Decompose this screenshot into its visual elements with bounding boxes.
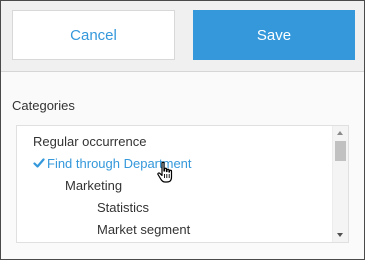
scroll-down-arrow-icon[interactable] bbox=[337, 233, 343, 237]
checkmark-icon bbox=[33, 154, 45, 168]
categories-label: Categories bbox=[12, 98, 75, 113]
category-item-regular-occurrence[interactable]: Regular occurrence bbox=[33, 131, 146, 153]
save-button[interactable]: Save bbox=[193, 10, 355, 60]
category-item-label: Marketing bbox=[65, 178, 123, 193]
hand-pointer-cursor-icon bbox=[156, 161, 176, 185]
cancel-button[interactable]: Cancel bbox=[12, 10, 175, 60]
categories-listbox[interactable]: Regular occurrence Find through Departme… bbox=[16, 125, 349, 243]
listbox-scrollbar[interactable] bbox=[332, 126, 348, 242]
category-item-market-segment[interactable]: Market segment bbox=[97, 219, 190, 241]
category-item-label: Regular occurrence bbox=[33, 134, 147, 149]
scrollbar-thumb[interactable] bbox=[335, 141, 346, 161]
category-item-label: Market segment bbox=[97, 222, 191, 237]
category-dialog: Cancel Save Categories Regular occurrenc… bbox=[0, 0, 365, 260]
scroll-up-arrow-icon[interactable] bbox=[337, 131, 343, 135]
action-bar: Cancel Save bbox=[1, 1, 364, 72]
category-item-statistics[interactable]: Statistics bbox=[97, 197, 149, 219]
category-item-marketing[interactable]: Marketing bbox=[65, 175, 122, 197]
category-item-label: Statistics bbox=[97, 200, 150, 215]
